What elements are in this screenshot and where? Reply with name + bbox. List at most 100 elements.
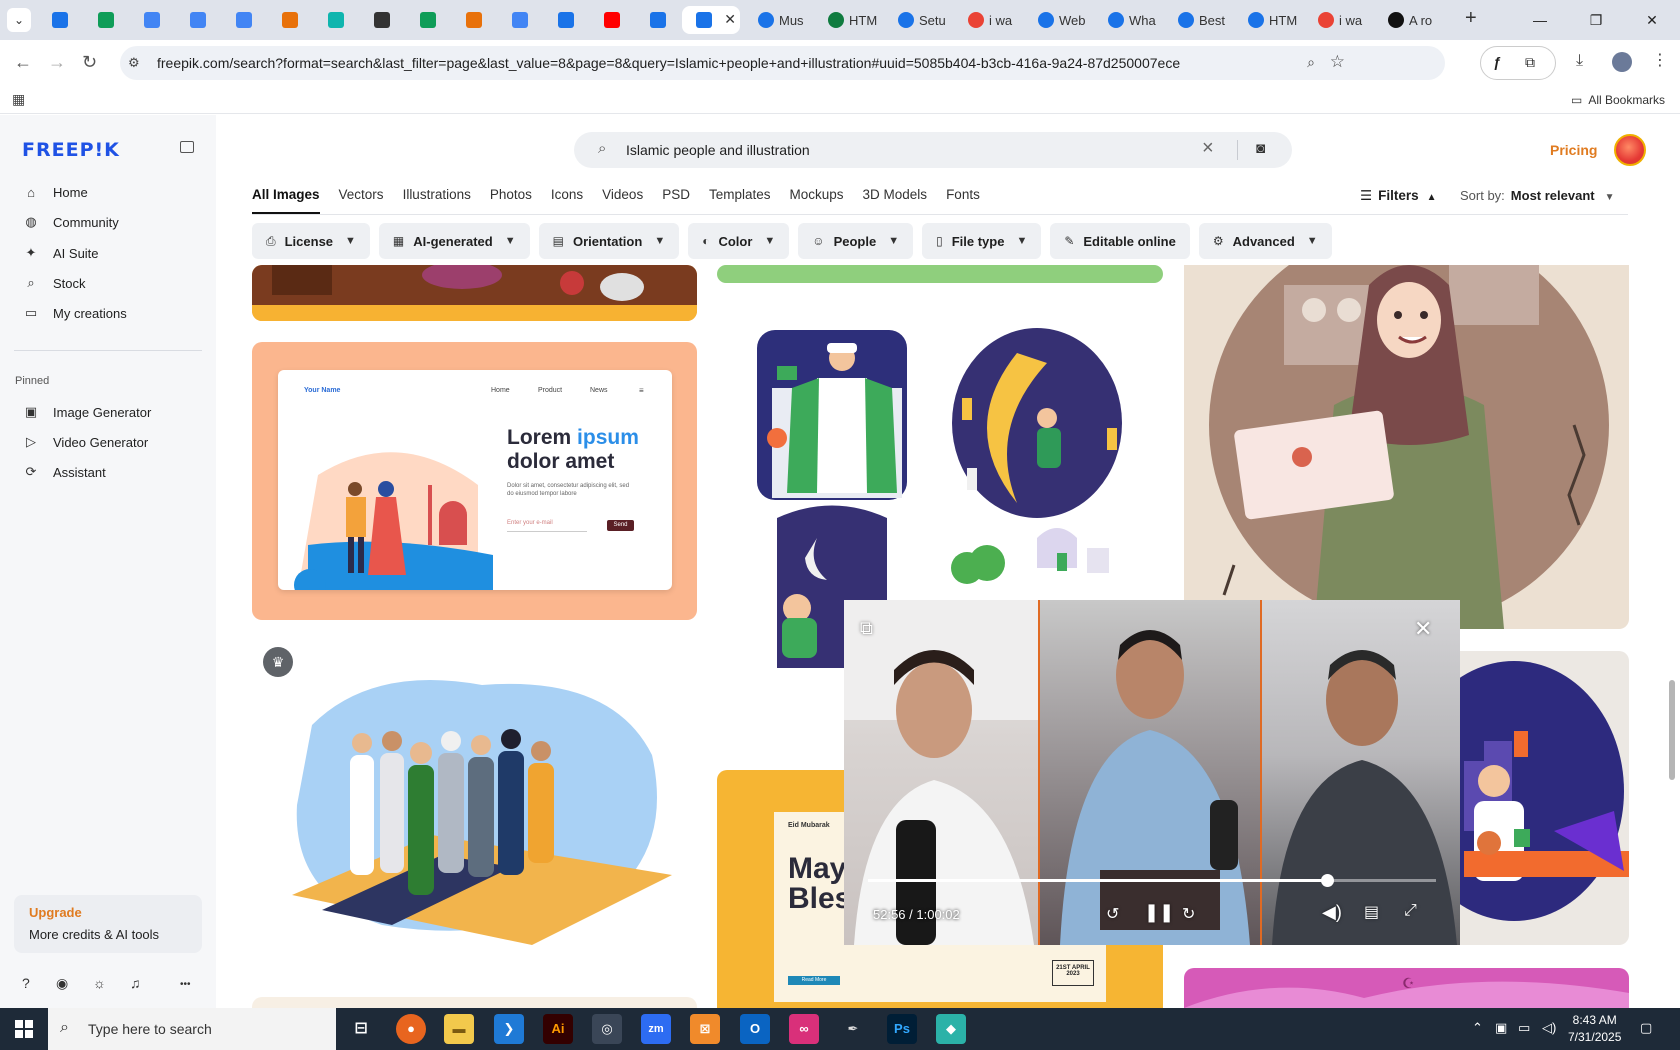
sidebar-collapse-icon[interactable] (180, 141, 194, 153)
page-scrollbar[interactable] (1664, 115, 1680, 1008)
outlook-icon[interactable]: O (740, 1014, 770, 1044)
browser-tab[interactable] (84, 6, 130, 34)
image-card-mosque-interior[interactable] (252, 265, 697, 321)
image-card-praying-men[interactable]: ♛ (252, 645, 697, 945)
app-diamond-icon[interactable]: ◆ (936, 1014, 966, 1044)
profile-avatar[interactable] (1612, 52, 1632, 72)
captions-icon[interactable]: ▤ (1364, 902, 1379, 922)
browser-tab[interactable] (268, 6, 314, 34)
filter-license-button[interactable]: ⎙ License ▼ (252, 223, 370, 259)
browser-tab[interactable] (176, 6, 222, 34)
new-tab-button[interactable]: + (1465, 7, 1477, 30)
sidebar-item-video-generator[interactable]: ▷ Video Generator (14, 427, 204, 457)
speaker-icon[interactable]: ◁) (1542, 1020, 1556, 1036)
tray-app-icon[interactable]: ▣ (1495, 1020, 1507, 1036)
notifications-bell-icon[interactable]: ♫ (130, 975, 141, 991)
all-bookmarks[interactable]: ▭ All Bookmarks (1571, 93, 1665, 107)
tab-fonts[interactable]: Fonts (946, 187, 980, 214)
browser-tab[interactable]: A ro (1374, 6, 1440, 34)
tab-search-chevron-icon[interactable]: ⌄ (7, 8, 31, 32)
sidebar-item-my-creations[interactable]: ▭ My creations (14, 298, 204, 328)
rewind-icon[interactable]: ↺ (1106, 904, 1119, 924)
search-bar[interactable]: ⌕ Islamic people and illustration × ◙ (574, 132, 1292, 168)
browser-tab[interactable]: Web (1024, 6, 1090, 34)
image-card-woman-laptop[interactable] (1184, 265, 1629, 629)
image-card-green-banner[interactable] (717, 265, 1163, 283)
filter-color-button[interactable]: ◐ Color ▼ (688, 223, 790, 259)
pause-icon[interactable]: ❚❚ (1144, 902, 1174, 923)
browser-tab[interactable]: Wha (1094, 6, 1160, 34)
sidebar-item-ai-suite[interactable]: ✦ AI Suite (14, 238, 204, 268)
filter-editable-online-button[interactable]: ✎ Editable online (1050, 223, 1190, 259)
browser-tab[interactable] (590, 6, 636, 34)
photoshop-icon[interactable]: Ps (887, 1014, 917, 1044)
filter-ai-generated-button[interactable]: ▦ AI-generated ▼ (378, 223, 530, 259)
restore-button[interactable]: ❐ (1568, 0, 1624, 40)
filter-file-type-button[interactable]: ▯ File type ▼ (922, 223, 1042, 259)
creative-cloud-icon[interactable]: ∞ (789, 1014, 819, 1044)
chrome-icon[interactable]: ◎ (592, 1014, 622, 1044)
camera-search-icon[interactable]: ◙ (1256, 140, 1265, 157)
back-icon[interactable]: ← (14, 52, 32, 73)
video-scrubber-knob[interactable] (1321, 874, 1334, 887)
browser-tab[interactable] (544, 6, 590, 34)
image-card-partial[interactable] (252, 997, 697, 1008)
browser-tab[interactable] (222, 6, 268, 34)
apps-grid-icon[interactable]: ▦ (12, 91, 25, 108)
tab-psd[interactable]: PSD (662, 187, 690, 214)
notifications-icon[interactable]: ▢ (1640, 1020, 1652, 1036)
tray-chevron-icon[interactable]: ⌃ (1472, 1020, 1483, 1036)
forward-icon[interactable]: ↻ (1182, 904, 1195, 924)
video-progress-bar[interactable] (868, 874, 1436, 887)
browser-tab[interactable]: HTM (1234, 6, 1300, 34)
firefox-icon[interactable]: ● (396, 1014, 426, 1044)
help-icon[interactable]: ? (22, 975, 30, 991)
browser-menu-icon[interactable]: ⋮ (1652, 50, 1668, 70)
tab-icons[interactable]: Icons (551, 187, 583, 214)
browser-tab[interactable]: HTM (814, 6, 880, 34)
zoom-app-icon[interactable]: zm (641, 1014, 671, 1044)
browser-tab[interactable] (360, 6, 406, 34)
browser-tab[interactable]: Setu (884, 6, 950, 34)
theme-sun-icon[interactable]: ☼ (93, 975, 106, 991)
upgrade-card[interactable]: Upgrade More credits & AI tools (14, 895, 202, 953)
network-icon[interactable]: ▭ (1518, 1020, 1530, 1036)
browser-tab[interactable] (452, 6, 498, 34)
tab-mockups[interactable]: Mockups (790, 187, 844, 214)
url-bar[interactable]: ⚙ freepik.com/search?format=search&last_… (120, 46, 1445, 80)
close-video-icon[interactable]: ✕ (1414, 616, 1432, 642)
file-explorer-icon[interactable]: ▬ (444, 1014, 474, 1044)
video-picture-in-picture[interactable]: ⧉ ✕ 52:56 / 1:00:02 ↺ ❚❚ ↻ ◀) ▤ ⤢ (844, 600, 1460, 945)
volume-icon[interactable]: ◀) (1322, 902, 1342, 923)
discord-icon[interactable]: ◉ (56, 975, 68, 992)
pricing-link[interactable]: Pricing (1550, 142, 1597, 158)
sidebar-item-assistant[interactable]: ⟳ Assistant (14, 457, 204, 487)
browser-tab[interactable]: i wa (954, 6, 1020, 34)
reload-icon[interactable]: ↻ (82, 52, 97, 73)
vscode-icon[interactable]: ❯ (494, 1014, 524, 1044)
browser-tab[interactable] (314, 6, 360, 34)
tab-templates[interactable]: Templates (709, 187, 771, 214)
browser-tab-active[interactable]: ✕ (682, 6, 740, 34)
browser-tab[interactable] (636, 6, 682, 34)
tab-photos[interactable]: Photos (490, 187, 532, 214)
downloads-icon[interactable]: ⤓ (1576, 52, 1583, 70)
back-to-tab-icon[interactable]: ⧉ (860, 618, 873, 639)
extension-f-icon[interactable]: ƒ (1493, 54, 1501, 70)
tab-videos[interactable]: Videos (602, 187, 643, 214)
tab-3d-models[interactable]: 3D Models (863, 187, 928, 214)
search-input[interactable]: Islamic people and illustration (626, 142, 810, 158)
clear-search-icon[interactable]: × (1202, 137, 1214, 160)
sidebar-item-home[interactable]: ⌂ Home (14, 177, 204, 207)
site-info-icon[interactable]: ⚙ (128, 55, 140, 71)
close-tab-icon[interactable]: ✕ (724, 11, 736, 28)
bookmark-star-icon[interactable]: ☆ (1330, 52, 1345, 72)
filter-advanced-button[interactable]: ⚙ Advanced ▼ (1198, 223, 1332, 259)
sidebar-item-stock[interactable]: ⌕ Stock (14, 268, 204, 298)
extensions-puzzle-icon[interactable]: ⧉ (1525, 54, 1535, 71)
sort-by-dropdown[interactable]: Sort by: Most relevant ▼ (1460, 188, 1615, 203)
browser-tab[interactable] (406, 6, 452, 34)
task-view-icon[interactable]: ⊟ (346, 1014, 376, 1044)
image-card-landing-page[interactable]: Your Name Home Product News ≡ Lorem ipsu… (252, 342, 697, 620)
filter-orientation-button[interactable]: ▤ Orientation ▼ (538, 223, 680, 259)
